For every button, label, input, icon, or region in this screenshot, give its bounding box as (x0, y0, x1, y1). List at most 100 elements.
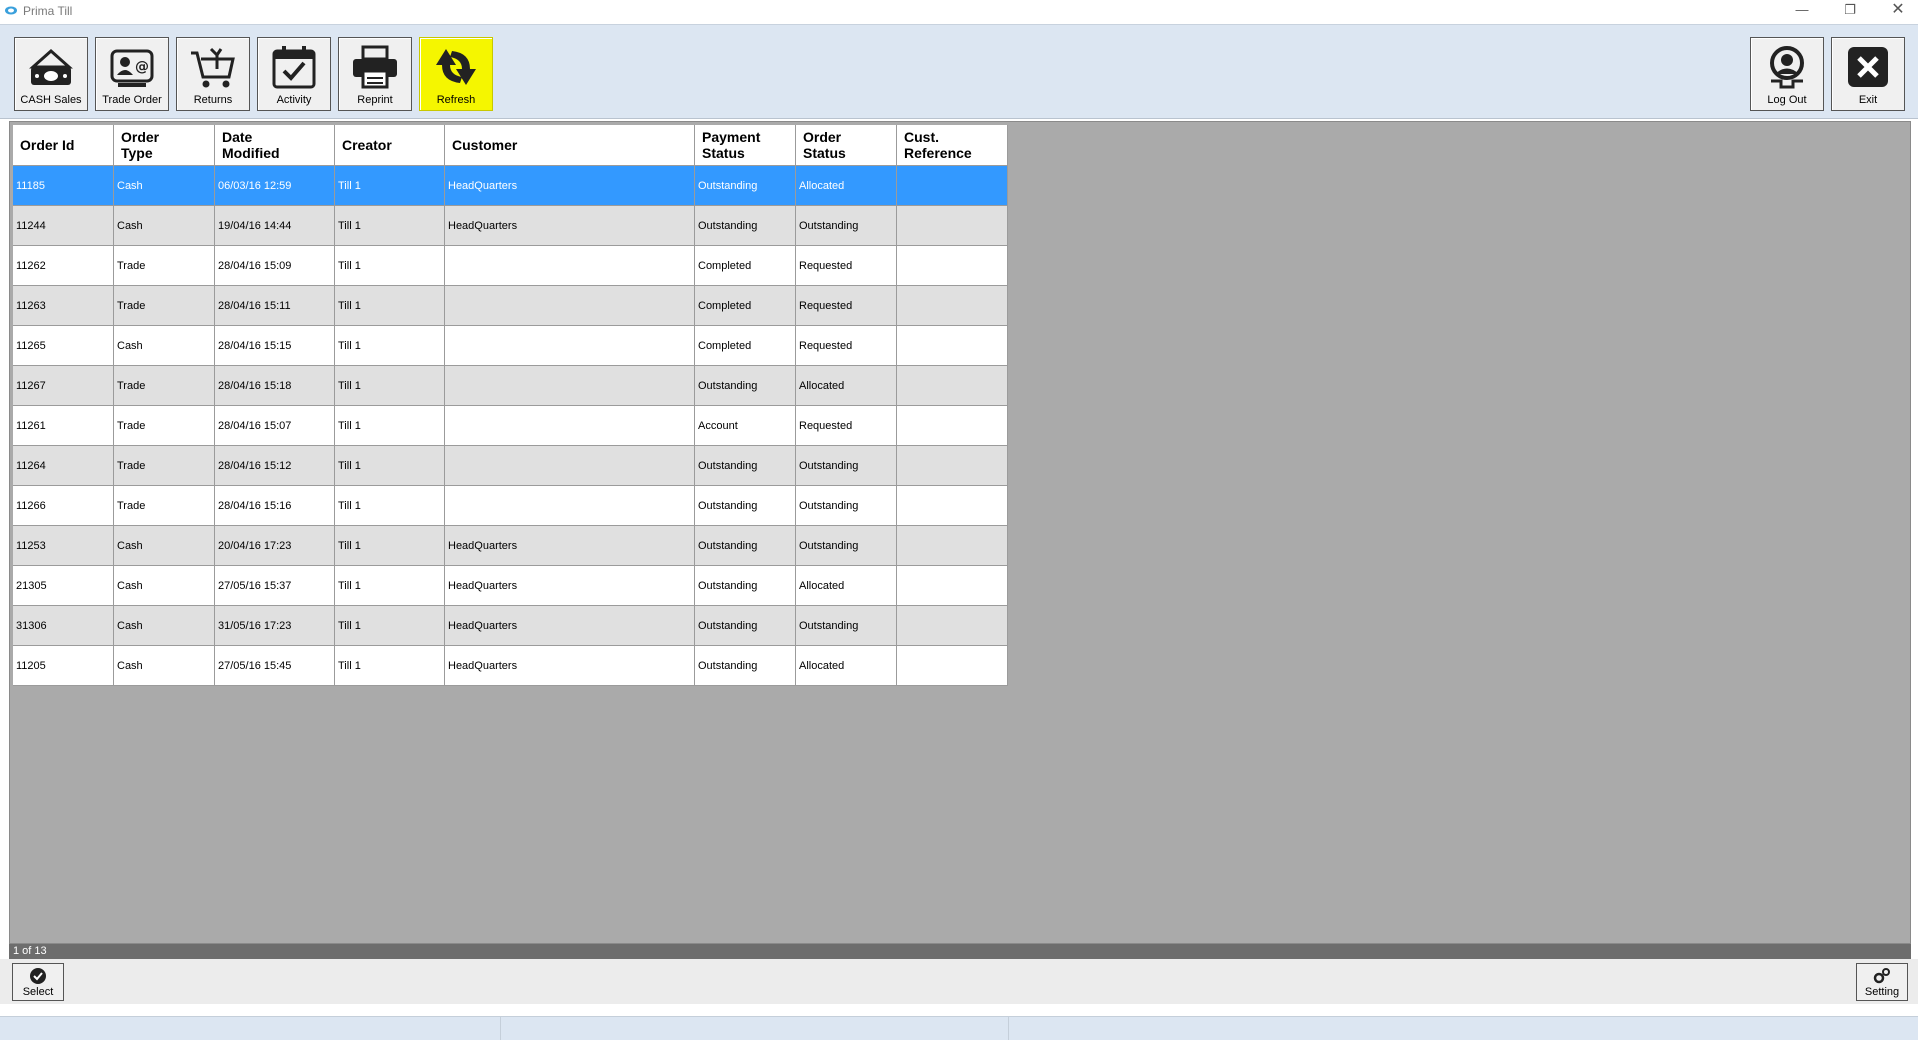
cell-date-modified[interactable]: 28/04/16 15:15 (214, 325, 335, 366)
cell-creator[interactable]: Till 1 (334, 445, 445, 486)
cell-cust-reference[interactable] (896, 405, 1008, 446)
cell-cust-reference[interactable] (896, 565, 1008, 606)
table-row[interactable]: 11253 Cash 20/04/16 17:23 Till 1 HeadQuarter… (13, 525, 1008, 566)
cell-creator[interactable]: Till 1 (334, 605, 445, 646)
returns-button[interactable]: Returns (176, 37, 250, 111)
cell-payment-status[interactable]: Account (694, 405, 796, 446)
cell-order-type[interactable]: Cash (113, 645, 215, 686)
cell-order-status[interactable]: Allocated (795, 645, 897, 686)
cell-payment-status[interactable]: Outstanding (694, 205, 796, 246)
cell-cust-reference[interactable] (896, 205, 1008, 246)
cell-order-type[interactable]: Trade (113, 285, 215, 326)
table-row[interactable]: 11263 Trade 28/04/16 15:11 Till 1 Completed R… (13, 285, 1008, 326)
cell-date-modified[interactable]: 20/04/16 17:23 (214, 525, 335, 566)
table-row[interactable]: 11264 Trade 28/04/16 15:12 Till 1 Outstandin… (13, 445, 1008, 486)
cell-creator[interactable]: Till 1 (334, 405, 445, 446)
cell-cust-reference[interactable] (896, 605, 1008, 646)
cell-payment-status[interactable]: Completed (694, 245, 796, 286)
cell-payment-status[interactable]: Completed (694, 325, 796, 366)
cell-order-id[interactable]: 11253 (13, 525, 114, 566)
table-row[interactable]: 11261 Trade 28/04/16 15:07 Till 1 Account Req… (13, 405, 1008, 446)
column-header-creator[interactable]: Creator (334, 125, 445, 166)
cash-sales-button[interactable]: CASH Sales (14, 37, 88, 111)
cell-customer[interactable]: HeadQuarters (444, 605, 695, 646)
cell-order-status[interactable]: Allocated (795, 565, 897, 606)
cell-creator[interactable]: Till 1 (334, 485, 445, 526)
column-header-date-modified[interactable]: Date Modified (214, 125, 335, 166)
cell-creator[interactable]: Till 1 (334, 205, 445, 246)
cell-customer[interactable]: HeadQuarters (444, 565, 695, 606)
cell-customer[interactable] (444, 405, 695, 446)
refresh-button[interactable]: Refresh (419, 37, 493, 111)
cell-order-status[interactable]: Allocated (795, 365, 897, 406)
column-header-payment-status[interactable]: Payment Status (694, 125, 796, 166)
cell-date-modified[interactable]: 27/05/16 15:45 (214, 645, 335, 686)
table-row[interactable]: 11244 Cash 19/04/16 14:44 Till 1 HeadQuarter… (13, 205, 1008, 246)
cell-order-status[interactable]: Requested (795, 285, 897, 326)
cell-creator[interactable]: Till 1 (334, 525, 445, 566)
cell-cust-reference[interactable] (896, 165, 1008, 206)
table-row[interactable]: 11185 Cash 06/03/16 12:59 Till 1 HeadQuarter… (13, 165, 1008, 206)
column-header-order-id[interactable]: Order Id (13, 125, 114, 166)
cell-customer[interactable]: HeadQuarters (444, 205, 695, 246)
cell-date-modified[interactable]: 28/04/16 15:12 (214, 445, 335, 486)
cell-customer[interactable]: HeadQuarters (444, 645, 695, 686)
cell-payment-status[interactable]: Completed (694, 285, 796, 326)
cell-order-type[interactable]: Trade (113, 405, 215, 446)
cell-cust-reference[interactable] (896, 645, 1008, 686)
cell-order-id[interactable]: 11267 (13, 365, 114, 406)
cell-order-id[interactable]: 11244 (13, 205, 114, 246)
cell-cust-reference[interactable] (896, 485, 1008, 526)
cell-date-modified[interactable]: 31/05/16 17:23 (214, 605, 335, 646)
cell-customer[interactable] (444, 325, 695, 366)
table-row[interactable]: 21305 Cash 27/05/16 15:37 Till 1 HeadQuarter… (13, 565, 1008, 606)
cell-payment-status[interactable]: Outstanding (694, 565, 796, 606)
setting-button[interactable]: Setting (1856, 963, 1908, 1001)
cell-cust-reference[interactable] (896, 325, 1008, 366)
activity-button[interactable]: Activity (257, 37, 331, 111)
column-header-customer[interactable]: Customer (444, 125, 695, 166)
close-button[interactable]: ✕ (1878, 0, 1918, 22)
trade-order-button[interactable]: @ Trade Order (95, 37, 169, 111)
table-row[interactable]: 11262 Trade 28/04/16 15:09 Till 1 Completed R… (13, 245, 1008, 286)
column-header-order-status[interactable]: Order Status (795, 125, 897, 166)
table-row[interactable]: 11205 Cash 27/05/16 15:45 Till 1 HeadQuarter… (13, 645, 1008, 686)
cell-order-status[interactable]: Requested (795, 245, 897, 286)
log-out-button[interactable]: Log Out (1750, 37, 1824, 111)
cell-order-status[interactable]: Outstanding (795, 525, 897, 566)
cell-order-type[interactable]: Cash (113, 205, 215, 246)
cell-payment-status[interactable]: Outstanding (694, 645, 796, 686)
cell-date-modified[interactable]: 28/04/16 15:09 (214, 245, 335, 286)
cell-date-modified[interactable]: 28/04/16 15:16 (214, 485, 335, 526)
cell-date-modified[interactable]: 28/04/16 15:18 (214, 365, 335, 406)
cell-date-modified[interactable]: 28/04/16 15:11 (214, 285, 335, 326)
cell-customer[interactable] (444, 285, 695, 326)
cell-cust-reference[interactable] (896, 285, 1008, 326)
cell-customer[interactable]: HeadQuarters (444, 525, 695, 566)
cell-order-type[interactable]: Trade (113, 245, 215, 286)
table-row[interactable]: 11266 Trade 28/04/16 15:16 Till 1 Outstandin… (13, 485, 1008, 526)
cell-payment-status[interactable]: Outstanding (694, 525, 796, 566)
cell-date-modified[interactable]: 27/05/16 15:37 (214, 565, 335, 606)
cell-creator[interactable]: Till 1 (334, 365, 445, 406)
cell-payment-status[interactable]: Outstanding (694, 365, 796, 406)
cell-cust-reference[interactable] (896, 445, 1008, 486)
table-row[interactable]: 11265 Cash 28/04/16 15:15 Till 1 Completed Re… (13, 325, 1008, 366)
cell-customer[interactable] (444, 485, 695, 526)
cell-cust-reference[interactable] (896, 245, 1008, 286)
table-row[interactable]: 31306 Cash 31/05/16 17:23 Till 1 HeadQuarter… (13, 605, 1008, 646)
cell-date-modified[interactable]: 06/03/16 12:59 (214, 165, 335, 206)
cell-creator[interactable]: Till 1 (334, 645, 445, 686)
cell-order-type[interactable]: Cash (113, 165, 215, 206)
cell-payment-status[interactable]: Outstanding (694, 445, 796, 486)
cell-order-type[interactable]: Cash (113, 325, 215, 366)
cell-order-type[interactable]: Trade (113, 365, 215, 406)
cell-order-type[interactable]: Cash (113, 605, 215, 646)
cell-order-status[interactable]: Outstanding (795, 485, 897, 526)
cell-order-id[interactable]: 11263 (13, 285, 114, 326)
cell-order-status[interactable]: Requested (795, 325, 897, 366)
cell-payment-status[interactable]: Outstanding (694, 605, 796, 646)
minimize-button[interactable]: — (1782, 0, 1822, 22)
cell-cust-reference[interactable] (896, 525, 1008, 566)
reprint-button[interactable]: Reprint (338, 37, 412, 111)
